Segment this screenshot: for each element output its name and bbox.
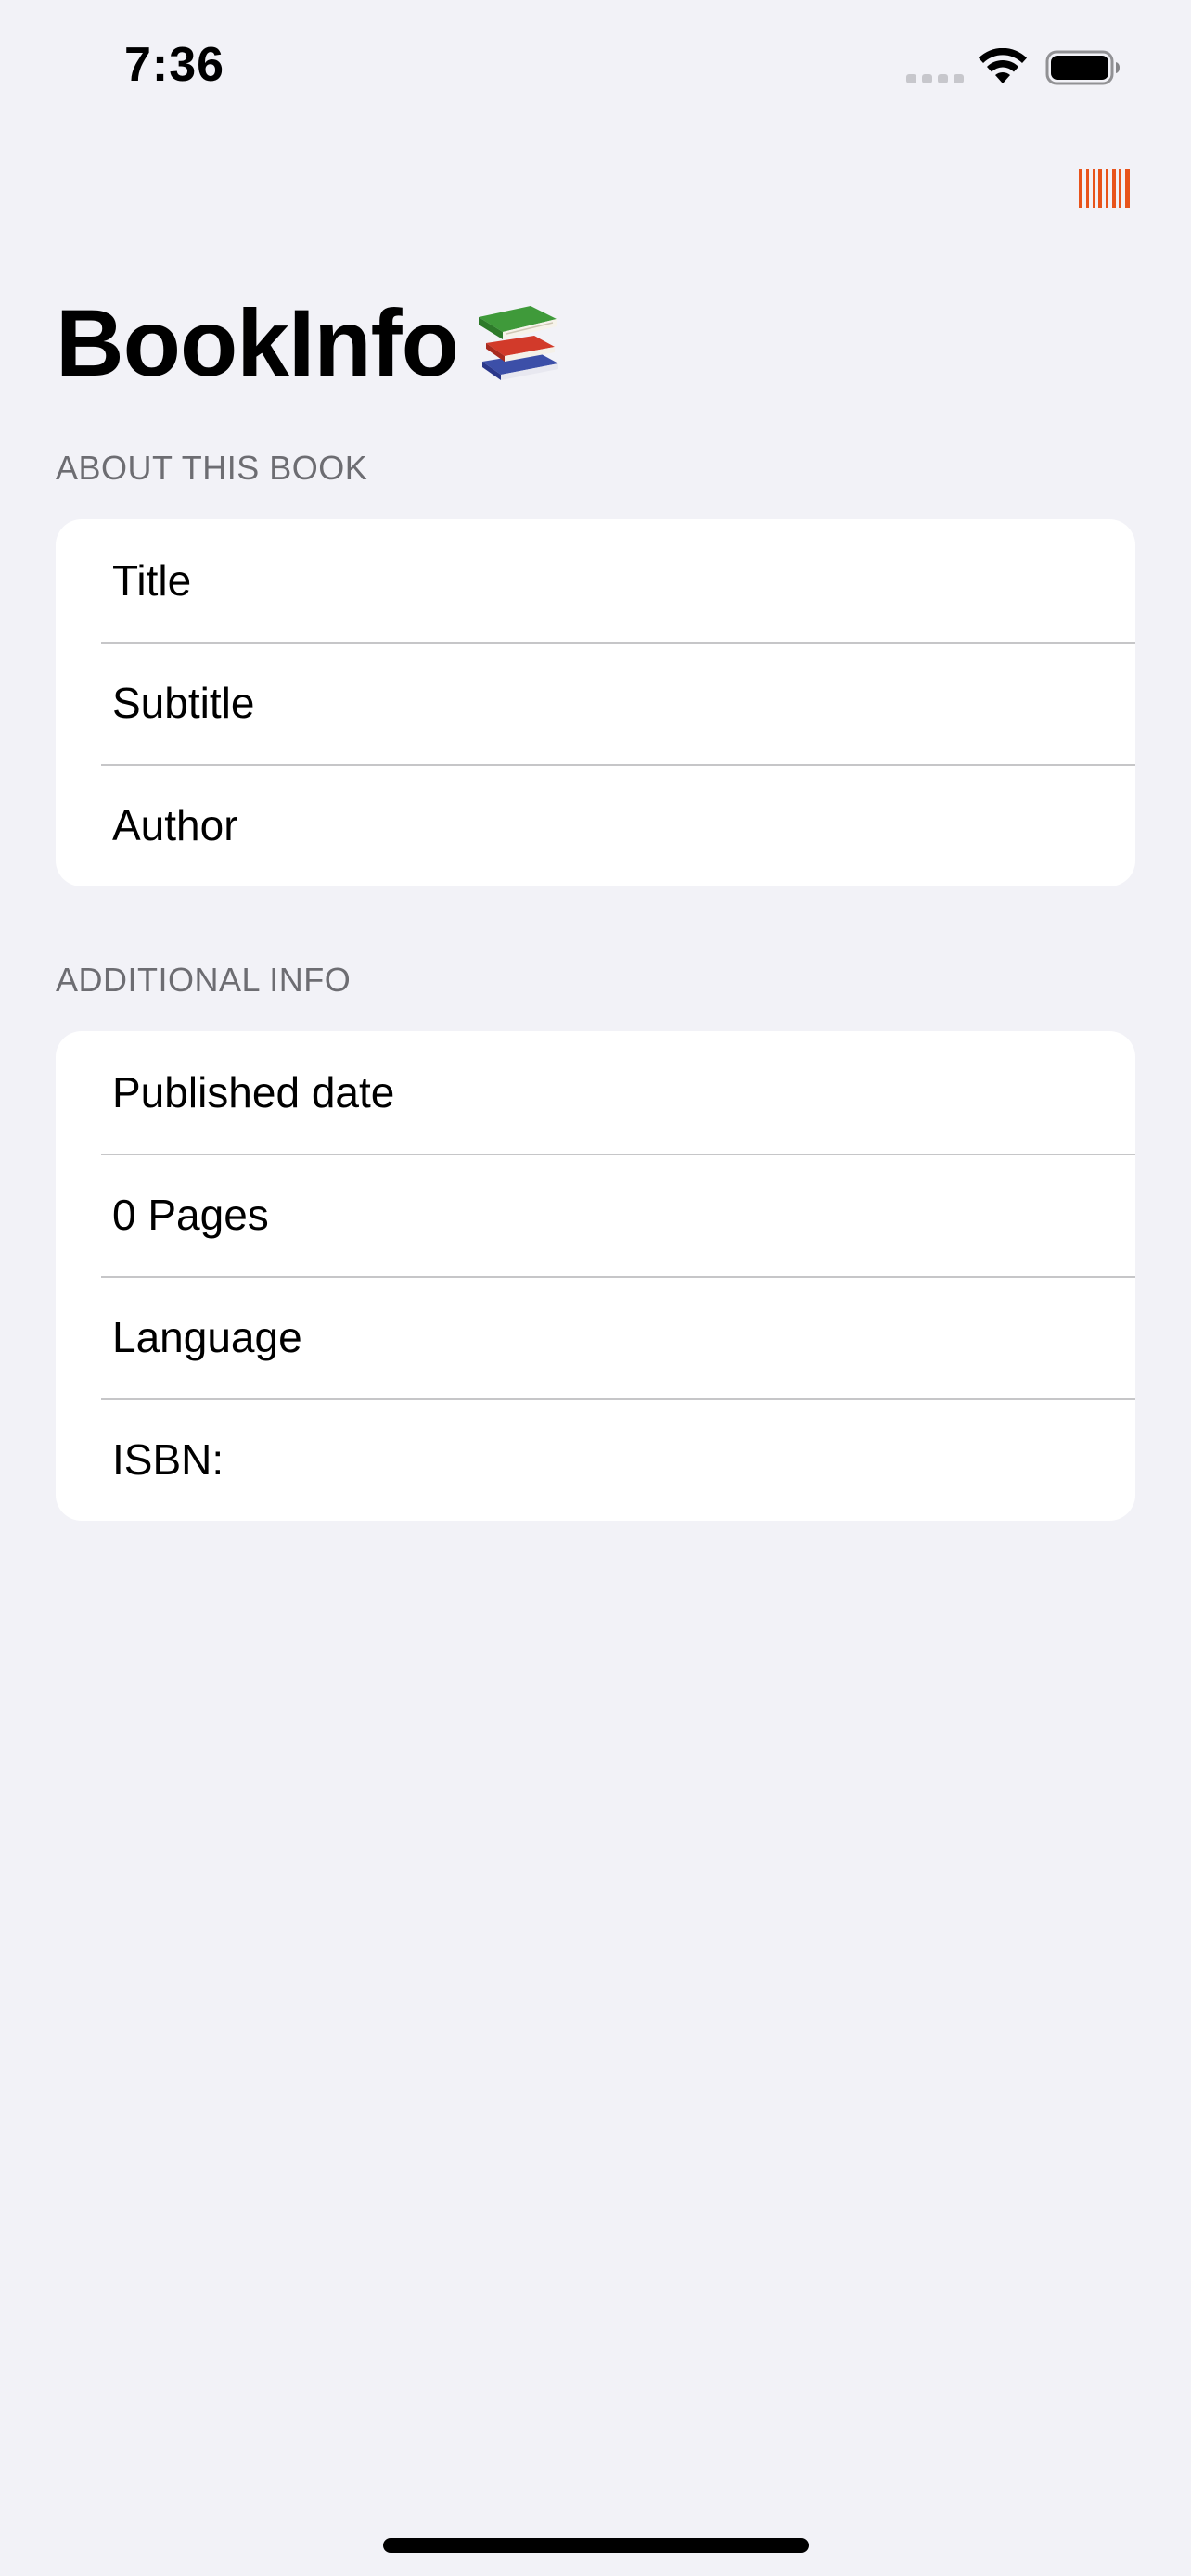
title-field[interactable]: Title [56, 519, 1135, 642]
barcode-scan-button[interactable] [1078, 167, 1132, 210]
wifi-icon [979, 48, 1027, 83]
books-emoji-icon [479, 306, 558, 380]
language-field[interactable]: Language [56, 1276, 1135, 1398]
section-header-additional: ADDITIONAL INFO [56, 961, 352, 999]
status-time: 7:36 [124, 38, 225, 92]
home-indicator[interactable] [383, 2538, 809, 2553]
battery-icon [1045, 50, 1120, 85]
author-field[interactable]: Author [56, 764, 1135, 886]
subtitle-field[interactable]: Subtitle [56, 642, 1135, 764]
pages-field[interactable]: 0 Pages [56, 1154, 1135, 1276]
cellular-signal-icon [906, 74, 964, 83]
status-bar: 7:36 [0, 0, 1191, 130]
isbn-field[interactable]: ISBN: [56, 1398, 1135, 1521]
section-header-about: ABOUT THIS BOOK [56, 449, 368, 487]
page-title: BookInfo [56, 290, 459, 396]
navigation-bar [0, 130, 1191, 250]
published-date-field[interactable]: Published date [56, 1031, 1135, 1154]
about-book-card: Title Subtitle Author [56, 519, 1135, 886]
additional-info-card: Published date 0 Pages Language ISBN: [56, 1031, 1135, 1521]
